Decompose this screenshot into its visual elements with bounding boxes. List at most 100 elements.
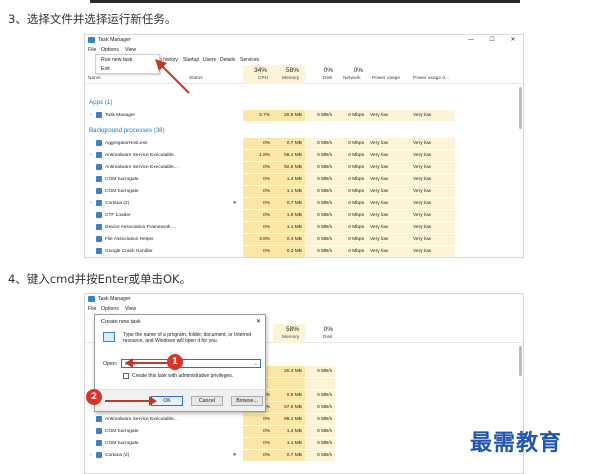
disk-cell: 0 MB/s (305, 246, 335, 257)
table-row[interactable]: File Association Helper 3.8% 0.4 MB 0 MB/s 0… (85, 234, 517, 245)
trend-cell: Very low (410, 138, 455, 149)
disk-cell: 0 MB/s (305, 138, 335, 149)
memory-cell: 57.8 MB (273, 402, 305, 413)
chevron-right-icon[interactable]: › (90, 152, 92, 158)
step-4-caption: 4、键入cmd并按Enter或单击OK。 (8, 272, 192, 286)
net-cell: 0 Mbps (335, 222, 367, 233)
run-icon (103, 332, 115, 342)
table-row[interactable]: Cortana (2) › ♠ 0% 0.7 MB 0 MB/s (85, 450, 517, 461)
power-cell: Very low (367, 174, 410, 185)
power-cell: Very low (367, 150, 410, 161)
run-new-task-menu-item[interactable]: Run new task (101, 57, 132, 63)
process-icon (96, 416, 102, 422)
table-row[interactable]: COM Surrogate 0% 1.4 MB 0 MB/s 0 Mbps Very lo… (85, 174, 517, 185)
task-manager-icon (88, 296, 95, 302)
power-cell: Very low (367, 246, 410, 257)
chevron-right-icon[interactable]: › (90, 112, 92, 118)
cpu-cell: 1.8% (243, 150, 273, 161)
process-icon (96, 212, 102, 218)
chevron-right-icon[interactable]: › (90, 200, 92, 206)
minimize-icon[interactable]: — (461, 35, 481, 45)
table-row[interactable]: Antimalware Service Executable... 0% 92.8 … (85, 162, 517, 173)
disk-cell: 0 MB/s (305, 162, 335, 173)
process-icon (96, 452, 102, 458)
col-disk[interactable]: Disk (323, 335, 332, 340)
apps-header: Apps (1) (89, 99, 113, 106)
table-row[interactable]: Google Crash Handler 0% 0.3 MB 0 MB/s 0 Mbps… (85, 246, 517, 257)
dialog-close-icon[interactable]: ✕ (256, 318, 261, 325)
title-bar: Task Manager — ☐ ✕ (85, 35, 523, 45)
mem-cell: 0.3 MB (273, 246, 305, 257)
disk-cell: 0 MB/s (305, 110, 335, 121)
memory-cell: 1.4 MB (273, 426, 305, 437)
table-row[interactable]: Antimalware Service Executable... 0% 86.1 … (85, 414, 517, 425)
menu-file[interactable]: File (88, 306, 96, 312)
table-row[interactable]: CTF Loader 0% 1.8 MB 0 MB/s 0 Mbps Very low Ve… (85, 210, 517, 221)
title-bar: Task Manager (85, 294, 523, 304)
mem-cell: 1.8 MB (273, 210, 305, 221)
table-row[interactable]: › Task Manager 3.7% 20.6 MB 0 MB/s 0 Mbp… (85, 110, 517, 121)
col-disk[interactable]: Disk (323, 76, 332, 81)
scrollbar[interactable] (519, 87, 522, 129)
cpu-cell: 0% (243, 162, 273, 173)
mem-cell: 1.1 MB (273, 222, 305, 233)
table-row[interactable]: › Antimalware Service Executable 1.8% 56.1 … (85, 150, 517, 161)
task-manager-icon (96, 112, 102, 118)
table-row[interactable]: › Cortana (2) ♠ 0% 0.7 MB 0 MB/s 0 Mbps Very lo… (85, 198, 517, 209)
disk-cell: 0 MB/s (305, 414, 335, 425)
chevron-down-icon[interactable]: ⌄ (254, 360, 258, 368)
mem-cell: 0.7 MB (273, 198, 305, 209)
col-name[interactable]: Name (88, 76, 101, 81)
cpu-cell: 0% (243, 414, 273, 425)
process-name: Antimalware Service Executable... (105, 417, 178, 422)
chevron-right-icon[interactable]: › (90, 452, 92, 458)
cpu-cell: 0% (243, 246, 273, 257)
table-row[interactable]: COM Surrogate 0% 1.1 MB 0 MB/s (85, 438, 517, 449)
trend-cell: Very low (410, 186, 455, 197)
maximize-icon[interactable]: ☐ (482, 35, 502, 45)
col-memory[interactable]: Memory (282, 335, 299, 340)
efficiency-leaf-icon: ♠ (233, 452, 237, 458)
trend-cell: Very low (410, 222, 455, 233)
table-row[interactable]: COM Surrogate 0% 1.1 MB 0 MB/s 0 Mbps Very lo… (85, 186, 517, 197)
window-title: Task Manager (98, 296, 131, 302)
close-icon[interactable]: ✕ (503, 35, 523, 45)
col-power[interactable]: Power usage (372, 76, 400, 81)
menu-options[interactable]: Options (101, 47, 119, 53)
network-pct: 0% (353, 67, 363, 74)
power-cell: Very low (367, 138, 410, 149)
menu-options[interactable]: Options (101, 306, 119, 312)
process-name: Antimalware Service Executable (105, 153, 174, 158)
process-name: COM Surrogate (105, 177, 139, 182)
col-memory[interactable]: Memory (282, 76, 299, 81)
scrollbar[interactable] (519, 346, 522, 376)
col-network[interactable]: Network (343, 76, 361, 81)
memory-cell: 20.4 MB (273, 366, 305, 377)
process-name: COM Surrogate (105, 441, 139, 446)
col-power-trend[interactable]: Power usage tr... (413, 76, 449, 81)
process-name: File Association Helper (105, 237, 154, 242)
tab-services[interactable]: Services (240, 57, 259, 63)
step-3-caption: 3、选择文件并选择运行新任务。 (8, 12, 177, 26)
watermark-logo: 最需教育 (470, 430, 563, 456)
menu-file[interactable]: File (88, 47, 96, 53)
table-row[interactable]: COM Surrogate 0% 1.4 MB 0 MB/s (85, 426, 517, 437)
memory-cell: 0.7 MB (273, 450, 305, 461)
menu-view[interactable]: View (125, 306, 136, 312)
table-row[interactable]: Device Association Framework ... 0% 1.1 MB… (85, 222, 517, 233)
tab-details[interactable]: Details (220, 57, 235, 63)
table-row[interactable]: AggregatorHost.exe 0% 0.7 MB 0 MB/s 0 Mbps Ve… (85, 138, 517, 149)
cpu-cell: 0% (243, 222, 273, 233)
mem-cell: 1.1 MB (273, 186, 305, 197)
cpu-cell: 0% (243, 138, 273, 149)
browse-button[interactable]: Browse... (231, 396, 263, 406)
process-icon (96, 248, 102, 254)
exit-menu-item[interactable]: Exit (101, 66, 110, 72)
menu-view[interactable]: View (125, 47, 136, 53)
memory-pct: 58% (285, 326, 299, 333)
cpu-cell: 3.7% (243, 110, 273, 121)
memory-cell: 0.6 MB (273, 390, 305, 401)
mem-cell: 56.1 MB (273, 150, 305, 161)
menu-bar: File Options View (85, 46, 523, 54)
col-cpu[interactable]: CPU (258, 76, 268, 81)
